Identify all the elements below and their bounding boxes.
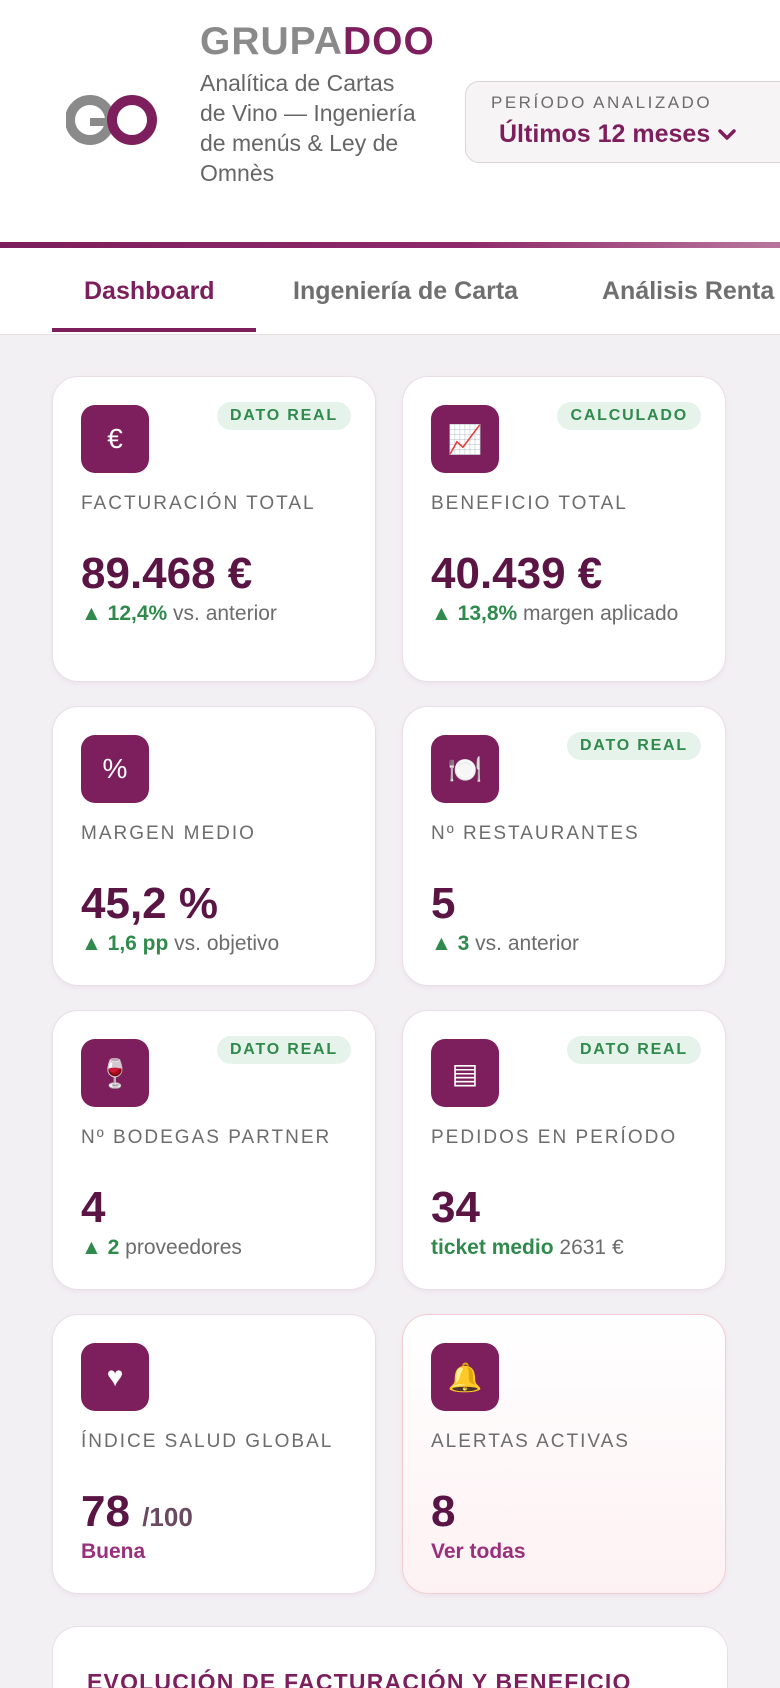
status-badge: DATO REAL xyxy=(216,1036,351,1064)
trend-text: vs. anterior xyxy=(173,602,277,625)
trend-arrow-up-icon: ▲ xyxy=(81,932,102,955)
trend-arrow-up-icon: ▲ xyxy=(431,932,452,955)
brand-title: GRUPADOO xyxy=(200,20,435,64)
tab-dashboard[interactable]: Dashboard xyxy=(84,248,215,334)
percent-icon: % xyxy=(81,735,149,803)
health-status: Buena xyxy=(81,1540,146,1563)
trend-label: ticket medio xyxy=(431,1236,554,1259)
card-label: Nº RESTAURANTES xyxy=(431,823,640,844)
status-badge: DATO REAL xyxy=(566,1036,701,1064)
trend-value: 3 xyxy=(457,932,470,955)
period-selector[interactable]: PERÍODO ANALIZADO Últimos 12 meses xyxy=(465,81,780,163)
header: GRUPADOO Analítica de Cartas de Vino — I… xyxy=(0,0,780,244)
card-trend: ▲ 13,8% margen aplicado xyxy=(431,601,711,627)
trend-text: vs. objetivo xyxy=(174,932,280,955)
card-label: ALERTAS ACTIVAS xyxy=(431,1431,630,1452)
kpi-card-salud[interactable]: ♥ ÍNDICE SALUD GLOBAL 78 /100 Buena xyxy=(52,1314,376,1594)
card-value: 34 xyxy=(431,1183,480,1232)
status-badge: CALCULADO xyxy=(557,402,701,430)
trend-value: 12,4% xyxy=(107,602,168,625)
kpi-card-beneficio[interactable]: 📈 CALCULADO BENEFICIO TOTAL 40.439 € ▲ 1… xyxy=(402,376,726,682)
heart-icon: ♥ xyxy=(81,1343,149,1411)
card-label: MARGEN MEDIO xyxy=(81,823,256,844)
card-label: PEDIDOS EN PERÍODO xyxy=(431,1127,678,1148)
section-title: EVOLUCIÓN DE FACTURACIÓN Y BENEFICIO xyxy=(87,1669,632,1688)
kpi-card-alertas[interactable]: 🔔 ALERTAS ACTIVAS 8 Ver todas xyxy=(402,1314,726,1594)
status-badge: DATO REAL xyxy=(566,732,701,760)
view-all-alerts-link[interactable]: Ver todas xyxy=(431,1540,526,1563)
grupadoo-logo xyxy=(66,95,157,145)
trend-arrow-up-icon: ▲ xyxy=(81,1236,102,1259)
tab-ingenieria-carta[interactable]: Ingeniería de Carta xyxy=(293,248,518,334)
tab-bar: Dashboard Ingeniería de Carta Análisis R… xyxy=(0,248,780,335)
trend-arrow-up-icon: ▲ xyxy=(81,602,102,625)
period-value-text: Últimos 12 meses xyxy=(499,120,711,148)
kpi-card-facturacion[interactable]: € DATO REAL FACTURACIÓN TOTAL 89.468 € ▲… xyxy=(52,376,376,682)
wine-glass-icon: 🍷 xyxy=(81,1039,149,1107)
kpi-card-restaurantes[interactable]: 🍽️ DATO REAL Nº RESTAURANTES 5 ▲ 3 vs. a… xyxy=(402,706,726,986)
kpi-card-margen[interactable]: % MARGEN MEDIO 45,2 % ▲ 1,6 pp vs. objet… xyxy=(52,706,376,986)
card-value: 89.468 € xyxy=(81,549,253,598)
card-value-unit: /100 xyxy=(142,1502,193,1532)
revenue-evolution-card: EVOLUCIÓN DE FACTURACIÓN Y BENEFICIO xyxy=(52,1626,728,1688)
card-trend: ▲ 2 proveedores xyxy=(81,1235,361,1261)
card-value-number: 78 xyxy=(81,1487,130,1536)
card-value: 45,2 % xyxy=(81,879,218,928)
trend-text: margen aplicado xyxy=(523,602,679,625)
card-value: 40.439 € xyxy=(431,549,603,598)
card-trend: ▲ 3 vs. anterior xyxy=(431,931,711,957)
trend-value: 1,6 pp xyxy=(107,932,169,955)
card-value: 78 /100 xyxy=(81,1487,193,1537)
active-tab-indicator xyxy=(52,328,256,332)
card-trend: Ver todas xyxy=(431,1539,711,1565)
card-trend: Buena xyxy=(81,1539,361,1565)
brand-title-part2: DOO xyxy=(342,20,435,63)
trend-text: 2631 € xyxy=(559,1236,624,1259)
card-label: FACTURACIÓN TOTAL xyxy=(81,493,316,514)
trend-text: proveedores xyxy=(125,1236,242,1259)
euro-icon: € xyxy=(81,405,149,473)
card-label: BENEFICIO TOTAL xyxy=(431,493,628,514)
trend-value: 2 xyxy=(107,1236,120,1259)
brand-subtitle: Analítica de Cartas de Vino — Ingeniería… xyxy=(200,70,416,186)
card-label: Nº BODEGAS PARTNER xyxy=(81,1127,332,1148)
card-label: ÍNDICE SALUD GLOBAL xyxy=(81,1431,334,1452)
trend-value: 13,8% xyxy=(457,602,518,625)
trend-arrow-up-icon: ▲ xyxy=(431,602,452,625)
card-value: 8 xyxy=(431,1487,456,1536)
plate-icon: 🍽️ xyxy=(431,735,499,803)
card-trend: ticket medio 2631 € xyxy=(431,1235,711,1261)
trend-text: vs. anterior xyxy=(475,932,580,955)
tab-analisis-renta[interactable]: Análisis Renta xyxy=(602,248,774,334)
brand-title-part1: GRUPA xyxy=(200,20,343,63)
card-trend: ▲ 12,4% vs. anterior xyxy=(81,601,361,627)
bell-icon: 🔔 xyxy=(431,1343,499,1411)
card-value: 5 xyxy=(431,879,456,928)
period-label: PERÍODO ANALIZADO xyxy=(491,93,713,112)
orders-icon: ▤ xyxy=(431,1039,499,1107)
status-badge: DATO REAL xyxy=(216,402,351,430)
kpi-card-bodegas[interactable]: 🍷 DATO REAL Nº BODEGAS PARTNER 4 ▲ 2 pro… xyxy=(52,1010,376,1290)
chart-trend-icon: 📈 xyxy=(431,405,499,473)
card-trend: ▲ 1,6 pp vs. objetivo xyxy=(81,931,361,957)
chevron-down-icon xyxy=(718,128,736,140)
card-value: 4 xyxy=(81,1183,106,1232)
period-value[interactable]: Últimos 12 meses xyxy=(499,120,736,149)
kpi-card-pedidos[interactable]: ▤ DATO REAL PEDIDOS EN PERÍODO 34 ticket… xyxy=(402,1010,726,1290)
